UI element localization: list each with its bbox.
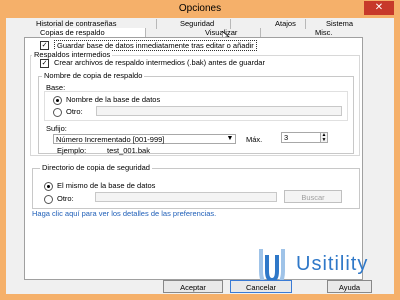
base-other-radio[interactable] (53, 108, 62, 117)
window-title: Opciones (178, 3, 222, 14)
browse-button[interactable]: Buscar (284, 190, 342, 203)
help-button[interactable]: Ayuda (327, 280, 372, 293)
create-bak-checkbox[interactable]: ✓ (40, 59, 49, 68)
max-value: 3 (284, 133, 289, 142)
title-bar: Opciones ✕ (0, 0, 400, 18)
usitility-wordmark: Usitility (296, 253, 369, 275)
options-window: Opciones ✕ Historial de contraseñas Segu… (0, 0, 400, 300)
base-other-label: Otro: (66, 107, 83, 116)
preferences-help-link[interactable]: Haga clic aquí para ver los detalles de … (32, 209, 216, 218)
base-dbname-radio[interactable] (53, 96, 62, 105)
dir-other-radio[interactable] (44, 195, 53, 204)
base-dbname-label: Nombre de la base de datos (66, 95, 161, 104)
ok-button[interactable]: Aceptar (163, 280, 223, 293)
cancel-button[interactable]: Cancelar (230, 280, 292, 293)
max-label: Máx. (246, 135, 263, 144)
base-other-input[interactable] (96, 106, 342, 116)
tab-atajos[interactable]: Atajos (275, 19, 306, 29)
create-bak-label: Crear archivos de respaldo intermedios (… (54, 58, 265, 67)
max-stepper[interactable]: ▲ ▼ (320, 132, 328, 143)
suffix-label: Sufijo: (46, 124, 67, 133)
dir-same-label: El mismo de la base de datos (57, 181, 156, 190)
close-button[interactable]: ✕ (364, 1, 394, 15)
dir-other-label: Otro: (57, 194, 74, 203)
backup-dir-label: Directorio de copia de seguridad (40, 163, 152, 172)
suffix-select[interactable]: Número Incrementado [001-999] (53, 134, 236, 144)
suffix-value: Número Incrementado [001-999] (56, 135, 165, 144)
max-input[interactable]: 3 (281, 132, 321, 143)
example-value: test_001.bak (107, 146, 150, 155)
chevron-down-icon[interactable]: ▼ (225, 135, 235, 143)
example-label: Ejemplo: (57, 146, 87, 155)
dir-other-input[interactable] (95, 192, 277, 202)
save-after-edit-checkbox[interactable]: ✓ (40, 41, 49, 50)
backup-name-label: Nombre de copia de respaldo (42, 71, 145, 80)
dir-same-radio[interactable] (44, 182, 53, 191)
